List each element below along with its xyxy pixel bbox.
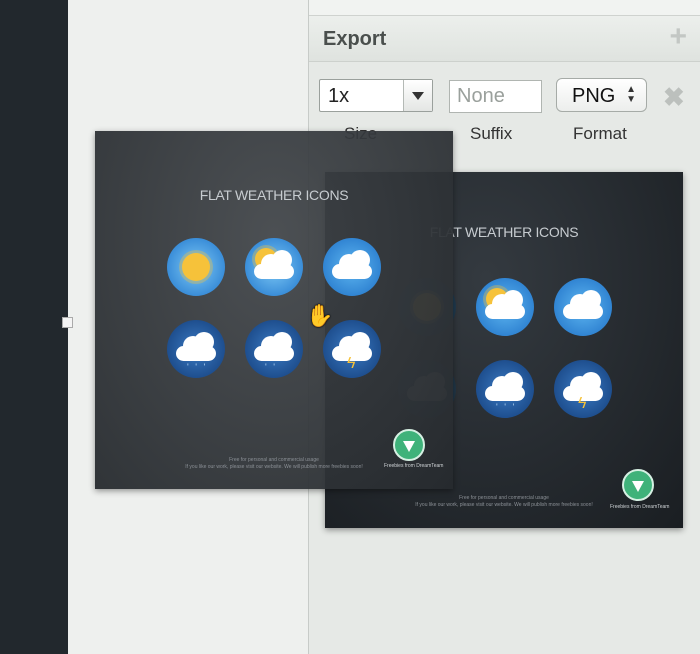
suffix-label: Suffix: [470, 124, 513, 143]
suffix-input[interactable]: None: [449, 80, 542, 113]
artboard-title: FLAT WEATHER ICONS: [199, 187, 349, 203]
size-dropdown-button[interactable]: [403, 80, 432, 111]
rain-icon: ' ' ': [167, 320, 225, 378]
size-select[interactable]: 1x: [319, 79, 433, 112]
plus-icon[interactable]: +: [669, 22, 687, 52]
thunderstorm-icon: ϟ: [554, 360, 612, 418]
grab-cursor-icon: ✋: [306, 303, 334, 328]
badge-icon: [393, 429, 425, 461]
partly-cloudy-icon: [476, 278, 534, 336]
close-icon[interactable]: ✖: [663, 82, 685, 113]
size-value: 1x: [328, 85, 350, 107]
lightning-icon: ϟ: [578, 395, 587, 412]
dragged-artboard[interactable]: FLAT WEATHER ICONS ' ' ' ' ' ϟ Free for …: [95, 131, 453, 489]
badge-label: Freebies from DreamTeam: [384, 463, 444, 469]
export-section-header: Export +: [309, 16, 700, 62]
left-sidebar: [0, 0, 68, 654]
export-title: Export: [323, 28, 387, 50]
chevron-down-icon: [412, 92, 424, 100]
sun-icon: [182, 253, 210, 281]
drizzle-icon: ' ': [245, 320, 303, 378]
sunny-icon: [167, 238, 225, 296]
cloudy-icon: [323, 238, 381, 296]
badge-icon: [622, 469, 654, 501]
cloudy-icon: [554, 278, 612, 336]
partly-cloudy-icon: [245, 238, 303, 296]
panel-top-strip: [309, 0, 700, 16]
format-value: PNG: [572, 85, 616, 107]
drizzle-icon: ' ' ': [476, 360, 534, 418]
format-label: Format: [573, 124, 627, 143]
format-select[interactable]: PNG ▲ ▼: [556, 78, 647, 112]
stepper-arrows-icon: ▲ ▼: [626, 84, 636, 105]
resize-handle[interactable]: [62, 317, 73, 328]
badge-label: Freebies from DreamTeam: [610, 504, 670, 510]
lightning-icon: ϟ: [347, 355, 356, 372]
